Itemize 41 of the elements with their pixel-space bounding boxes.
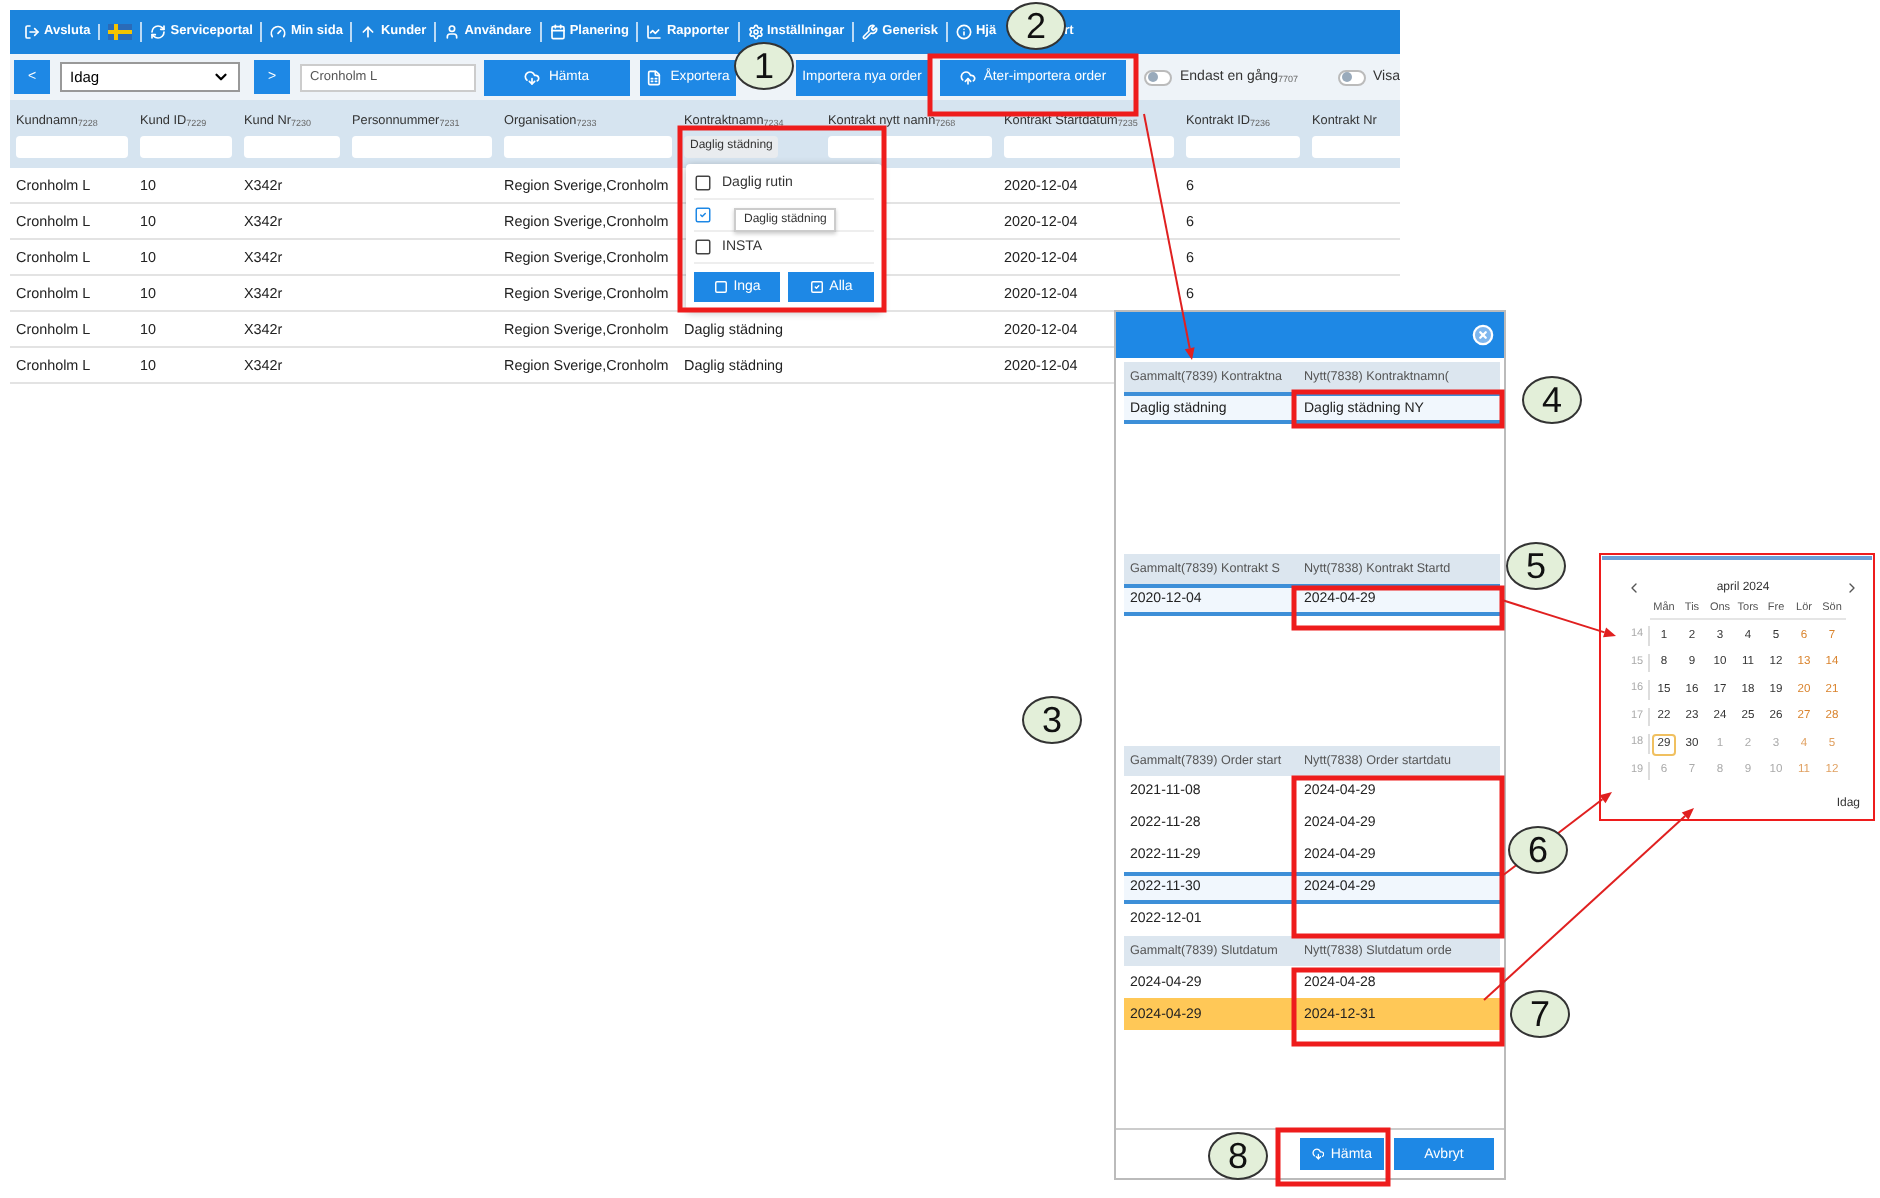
filter-field[interactable] xyxy=(244,136,340,158)
filter-field[interactable] xyxy=(140,136,232,158)
filter-field[interactable] xyxy=(1312,136,1400,158)
step-number: 7 xyxy=(1510,990,1570,1038)
step-number: 4 xyxy=(1522,376,1582,424)
flag-icon[interactable] xyxy=(108,24,133,40)
menu-icon xyxy=(862,24,879,40)
toggle-switch[interactable] xyxy=(1144,69,1172,85)
menu-icon xyxy=(955,24,972,40)
step-number: 3 xyxy=(1022,696,1082,744)
filter-field[interactable] xyxy=(1004,136,1174,158)
checkbox-icon xyxy=(713,280,728,294)
menu-icon xyxy=(646,24,663,40)
toggle-switch[interactable] xyxy=(1337,69,1365,85)
menu-icon xyxy=(747,24,763,40)
menu-icon xyxy=(270,24,287,40)
file-icon xyxy=(646,69,663,85)
checkbox-icon xyxy=(809,280,824,294)
menu-icon xyxy=(444,24,461,40)
filter-field[interactable] xyxy=(828,136,992,158)
filter-field[interactable] xyxy=(504,136,672,158)
menu-icon xyxy=(150,24,167,40)
menu-icon xyxy=(24,24,40,40)
caret-icon xyxy=(212,68,230,86)
filter-field[interactable] xyxy=(352,136,492,158)
cloud-icon xyxy=(959,69,976,85)
cloud-icon xyxy=(1312,1146,1325,1162)
filter-field[interactable] xyxy=(16,136,128,158)
checkbox[interactable] xyxy=(694,206,712,224)
checkbox[interactable] xyxy=(694,174,712,192)
cloud-icon xyxy=(524,69,541,85)
menu-icon xyxy=(360,24,377,40)
highlight-frame xyxy=(1275,1127,1391,1187)
step-number: 5 xyxy=(1506,542,1566,590)
checkbox[interactable] xyxy=(694,238,712,256)
menu-icon xyxy=(549,24,566,40)
previous-month-icon[interactable] xyxy=(1626,580,1642,596)
filter-field[interactable] xyxy=(1186,136,1300,158)
step-number: 6 xyxy=(1508,826,1568,874)
close-icon[interactable] xyxy=(1472,324,1494,346)
pointer-arrow xyxy=(1501,599,1616,638)
